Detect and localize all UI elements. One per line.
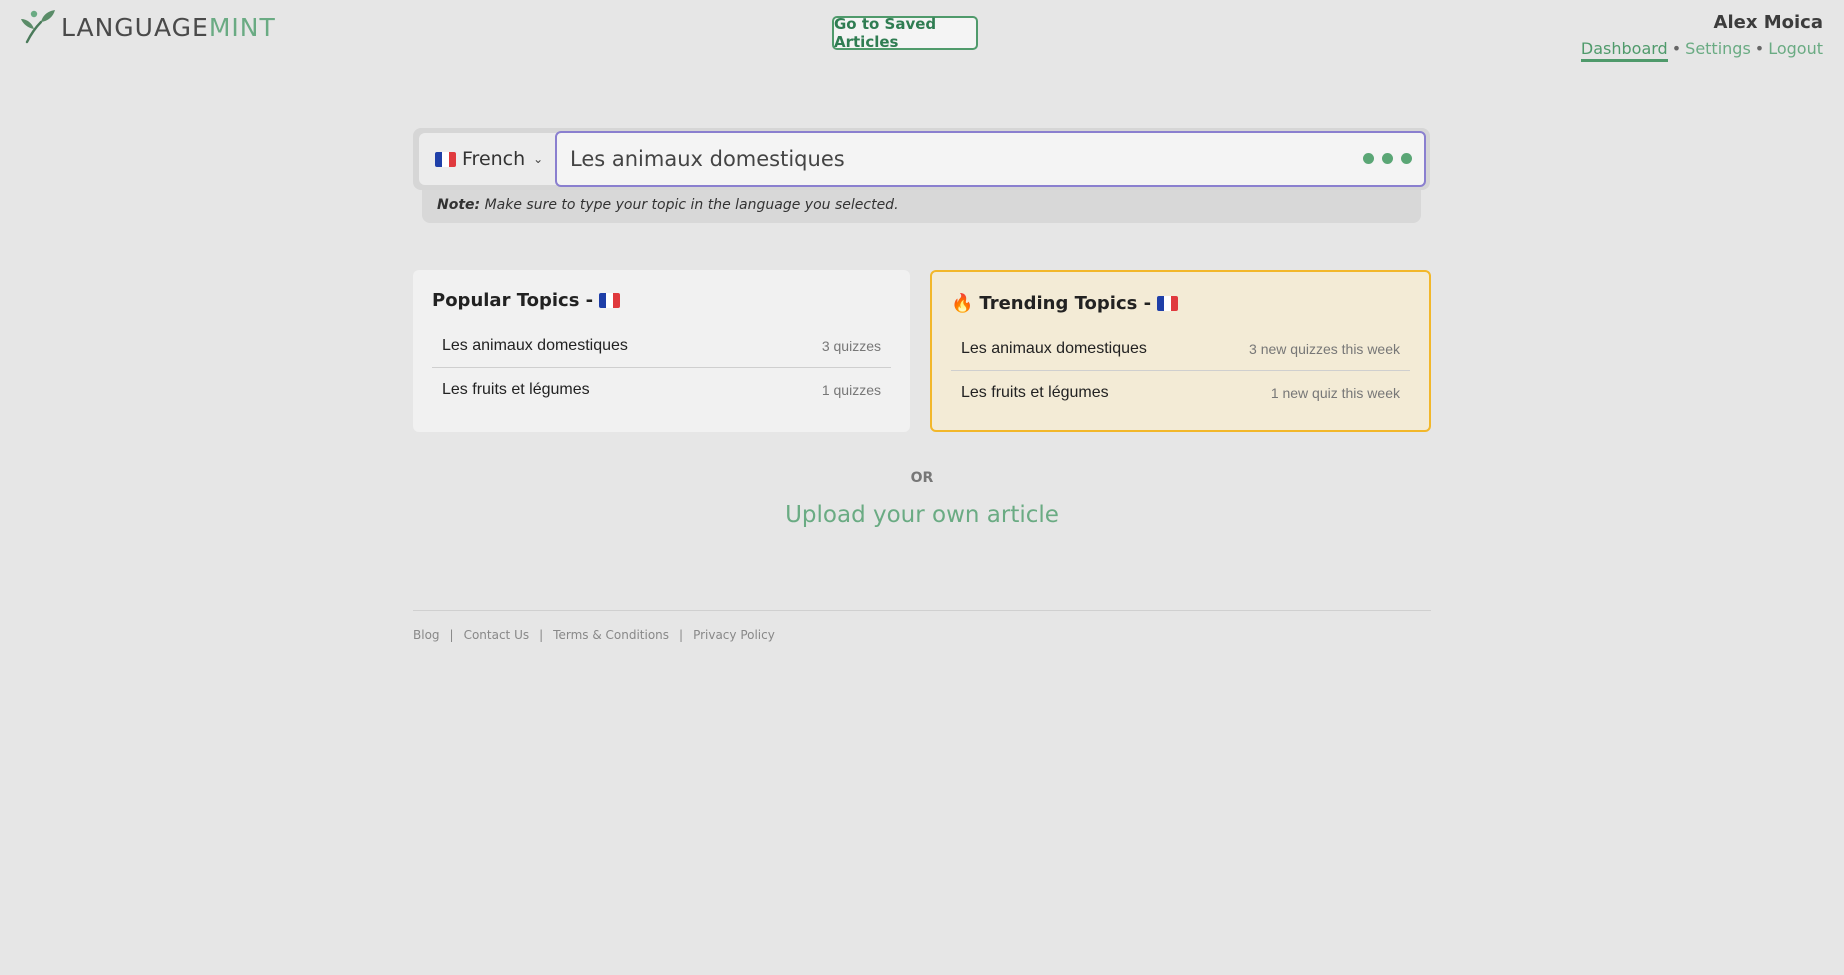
french-flag-icon <box>599 293 621 308</box>
logo-wordmark: LANGUAGEMINT <box>61 13 276 42</box>
list-item[interactable]: Les fruits et légumes 1 new quiz this we… <box>951 370 1410 414</box>
footer-links: Blog | Contact Us | Terms & Conditions | Priva… <box>413 628 775 642</box>
list-item[interactable]: Les fruits et légumes 1 quizzes <box>432 367 891 411</box>
popular-topics-card: Popular Topics - Les animaux domestiques… <box>413 270 910 432</box>
topic-count: 1 quizzes <box>821 381 881 398</box>
language-select[interactable]: French ⌄ <box>419 133 569 185</box>
footer-separator: | <box>679 628 684 642</box>
fire-icon: 🔥 <box>951 293 974 314</box>
trending-topics-title-text: Trending Topics - <box>979 293 1152 314</box>
topic-search-input[interactable] <box>555 131 1426 187</box>
nav-logout-link[interactable]: Logout <box>1768 39 1823 58</box>
popular-topics-title: Popular Topics - <box>432 290 891 311</box>
trending-topics-list: Les animaux domestiques 3 new quizzes th… <box>951 327 1410 414</box>
trending-topics-card: 🔥 Trending Topics - Les animaux domestiq… <box>930 270 1431 432</box>
saved-articles-button[interactable]: Go to Saved Articles <box>832 15 978 51</box>
language-note: Note: Make sure to type your topic in th… <box>422 190 1421 223</box>
popular-topics-title-text: Popular Topics - <box>432 290 594 311</box>
user-menu: Alex Moica Dashboard • Settings • Logout <box>1580 12 1823 62</box>
leaf-logo-icon <box>21 10 55 44</box>
footer-privacy-link[interactable]: Privacy Policy <box>693 628 775 642</box>
nav-dashboard-link[interactable]: Dashboard <box>1580 39 1668 62</box>
nav-settings-link[interactable]: Settings <box>1685 39 1751 58</box>
language-select-value: French <box>462 148 526 170</box>
footer-terms-link[interactable]: Terms & Conditions <box>553 628 669 642</box>
french-flag-icon <box>1157 296 1179 311</box>
french-flag-icon <box>435 151 456 167</box>
footer-separator: | <box>449 628 454 642</box>
nav-separator: • <box>1671 39 1682 58</box>
footer-contact-link[interactable]: Contact Us <box>464 628 530 642</box>
topic-name: Les animaux domestiques <box>442 336 628 354</box>
topic-name: Les fruits et légumes <box>961 383 1109 401</box>
user-name: Alex Moica <box>1713 12 1823 33</box>
footer-separator: | <box>539 628 544 642</box>
topic-name: Les animaux domestiques <box>961 339 1147 357</box>
nav-separator: • <box>1754 39 1765 58</box>
footer-divider <box>413 610 1431 611</box>
user-nav: Dashboard • Settings • Logout <box>1580 39 1823 62</box>
list-item[interactable]: Les animaux domestiques 3 quizzes <box>432 324 891 367</box>
footer-blog-link[interactable]: Blog <box>413 628 440 642</box>
trending-topics-title: 🔥 Trending Topics - <box>951 293 1410 314</box>
list-item[interactable]: Les animaux domestiques 3 new quizzes th… <box>951 327 1410 370</box>
popular-topics-list: Les animaux domestiques 3 quizzes Les fr… <box>432 324 891 411</box>
logo-mint-text: MINT <box>208 13 276 42</box>
topic-count: 3 new quizzes this week <box>1249 340 1400 357</box>
logo-language-text: LANGUAGE <box>61 13 209 42</box>
loading-dots-icon <box>1363 153 1412 164</box>
topic-name: Les fruits et légumes <box>442 380 590 398</box>
or-divider: OR <box>910 470 934 486</box>
topic-count: 1 new quiz this week <box>1270 384 1400 401</box>
chevron-down-icon: ⌄ <box>533 152 544 166</box>
upload-article-link[interactable]: Upload your own article <box>0 502 1844 528</box>
topic-count: 3 quizzes <box>821 337 881 354</box>
note-label: Note: <box>437 197 481 213</box>
note-text: Make sure to type your topic in the lang… <box>480 197 899 213</box>
languagemint-logo[interactable]: LANGUAGEMINT <box>19 8 276 44</box>
topic-search-bar: French ⌄ <box>413 128 1430 190</box>
